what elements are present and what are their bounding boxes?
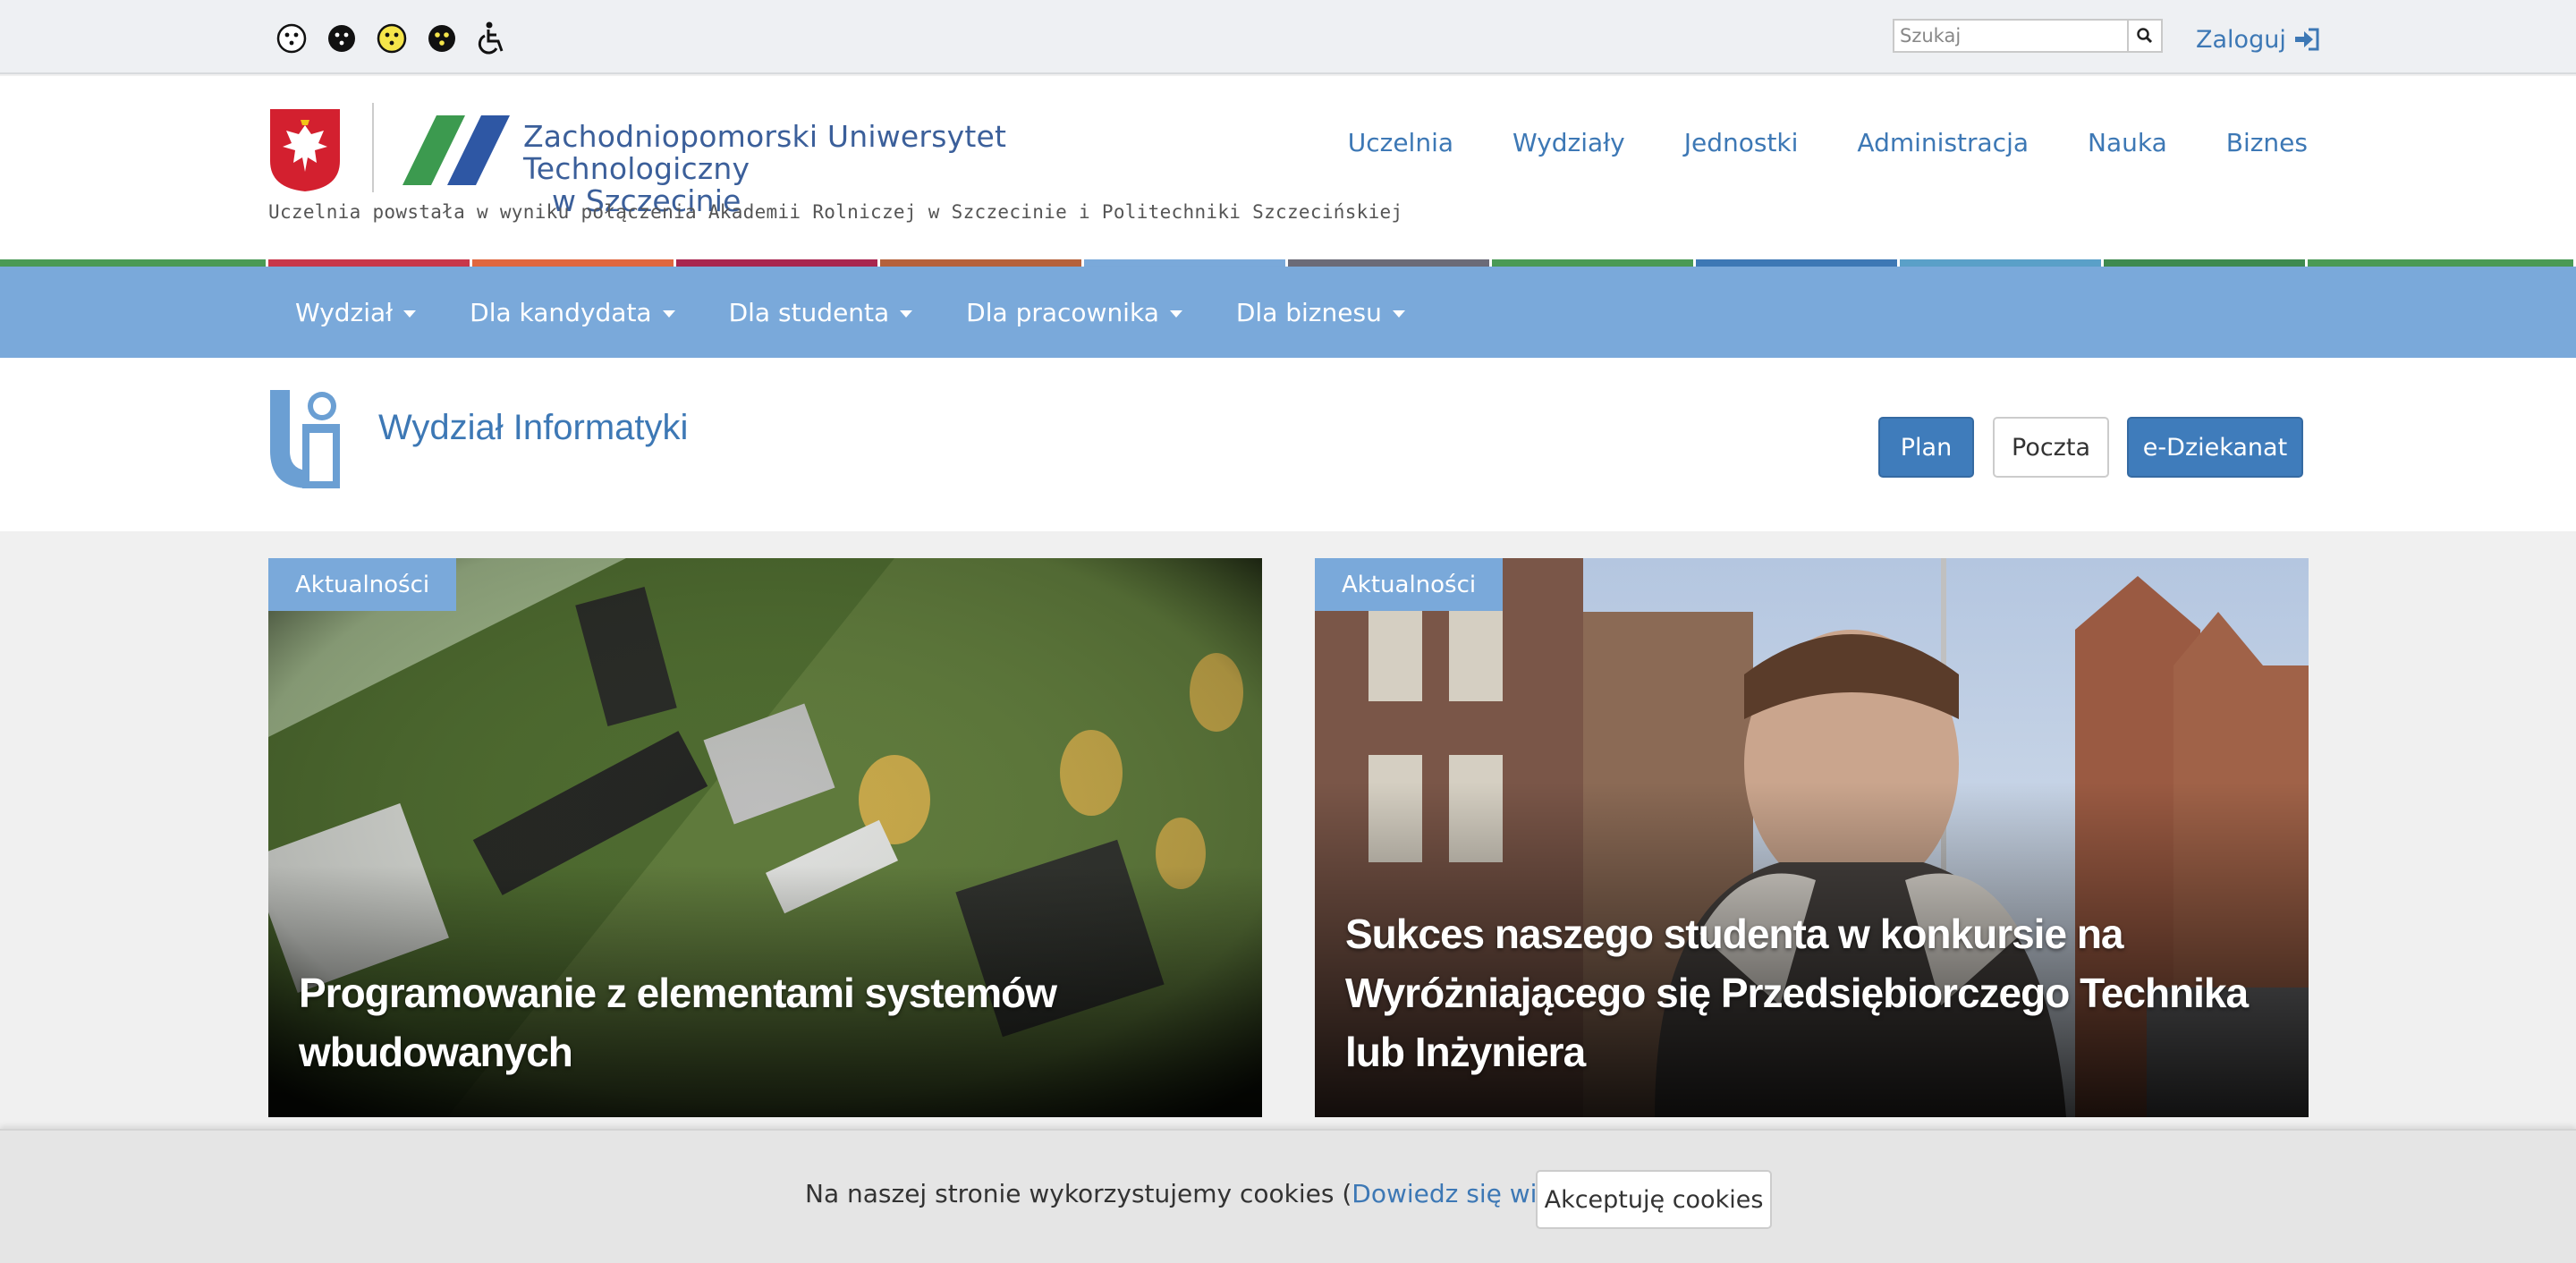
menu-dla-kandydata[interactable]: Dla kandydata xyxy=(443,267,701,358)
search-input[interactable] xyxy=(1893,19,2129,53)
logo-divider xyxy=(372,103,374,192)
chevron-down-icon xyxy=(900,310,913,318)
zut-logo-mark-icon xyxy=(402,115,510,185)
color-strip-segment xyxy=(676,259,880,267)
menu-dla-pracownika-label: Dla pracownika xyxy=(966,297,1159,327)
chevron-down-icon xyxy=(1169,310,1182,318)
news-category-badge[interactable]: Aktualności xyxy=(268,558,457,611)
faculty-color-strip xyxy=(0,259,2576,267)
chevron-down-icon xyxy=(403,310,417,318)
nav-jednostki[interactable]: Jednostki xyxy=(1684,128,1799,157)
color-strip-segment xyxy=(2308,259,2576,267)
utility-bar: Zaloguj xyxy=(0,0,2576,74)
color-strip-segment xyxy=(880,259,1084,267)
color-strip-segment xyxy=(1696,259,1900,267)
login-label: Zaloguj xyxy=(2196,25,2286,54)
nav-administracja[interactable]: Administracja xyxy=(1857,128,2029,157)
contrast-black-white-icon[interactable] xyxy=(326,22,358,55)
menu-dla-biznesu[interactable]: Dla biznesu xyxy=(1209,267,1432,358)
site-header: Zachodniopomorski Uniwersytet Technologi… xyxy=(0,76,2576,259)
news-title[interactable]: Sukces naszego studenta w konkursie na W… xyxy=(1345,904,2255,1081)
menu-dla-kandydata-label: Dla kandydata xyxy=(470,297,652,327)
nav-nauka[interactable]: Nauka xyxy=(2088,128,2167,157)
nav-biznes[interactable]: Biznes xyxy=(2226,128,2308,157)
poczta-button[interactable]: Poczta xyxy=(1993,417,2109,478)
cookie-message: Na naszej stronie wykorzystujemy cookies… xyxy=(805,1179,1598,1208)
menu-dla-pracownika[interactable]: Dla pracownika xyxy=(939,267,1209,358)
wheelchair-icon[interactable] xyxy=(476,21,508,55)
university-tagline: Uczelnia powstała w wyniku połączenia Ak… xyxy=(268,201,1403,223)
chevron-down-icon xyxy=(662,310,675,318)
search-form xyxy=(1893,19,2163,53)
nav-wydzialy[interactable]: Wydziały xyxy=(1513,128,1625,157)
sign-in-icon xyxy=(2294,28,2319,51)
polish-eagle-emblem-icon xyxy=(270,109,340,191)
contrast-default-icon[interactable] xyxy=(275,22,308,55)
news-card[interactable]: Aktualności Programowanie z elementami s… xyxy=(268,558,1262,1117)
color-strip-segment xyxy=(1900,259,2104,267)
menu-wydzial[interactable]: Wydział xyxy=(268,267,443,358)
university-logo[interactable]: Zachodniopomorski Uniwersytet Technologi… xyxy=(268,103,1136,217)
faculty-title[interactable]: Wydział Informatyki xyxy=(378,408,688,448)
faculty-informatics-logo-icon[interactable] xyxy=(270,388,342,488)
accessibility-toolbar xyxy=(275,21,508,55)
menu-wydzial-label: Wydział xyxy=(295,297,394,327)
login-link[interactable]: Zaloguj xyxy=(2196,23,2320,55)
chevron-down-icon xyxy=(1392,310,1405,318)
contrast-yellow-black-icon[interactable] xyxy=(376,22,408,55)
accept-cookies-button[interactable]: Akceptuję cookies xyxy=(1536,1170,1772,1229)
color-strip-segment xyxy=(0,259,268,267)
e-dziekanat-button[interactable]: e-Dziekanat xyxy=(2127,417,2303,478)
color-strip-segment xyxy=(2104,259,2308,267)
color-strip-segment xyxy=(1084,259,1288,267)
news-title[interactable]: Programowanie z elementami systemów wbud… xyxy=(299,963,1208,1081)
cookie-text-before: Na naszej stronie wykorzystujemy cookies… xyxy=(805,1179,1352,1208)
news-card[interactable]: Aktualności Sukces naszego studenta w ko… xyxy=(1315,558,2309,1117)
faculty-menubar: Wydział Dla kandydata Dla studenta Dla p… xyxy=(0,267,2576,358)
plan-button[interactable]: Plan xyxy=(1878,417,1974,478)
menu-dla-studenta[interactable]: Dla studenta xyxy=(702,267,940,358)
contrast-black-yellow-icon[interactable] xyxy=(426,22,458,55)
menu-dla-biznesu-label: Dla biznesu xyxy=(1235,297,1382,327)
color-strip-segment xyxy=(1288,259,1492,267)
search-icon xyxy=(2137,28,2153,44)
news-category-badge[interactable]: Aktualności xyxy=(1315,558,1504,611)
faculty-header: Wydział Informatyki Plan Poczta e-Dzieka… xyxy=(0,358,2576,531)
cookie-banner: Na naszej stronie wykorzystujemy cookies… xyxy=(0,1129,2576,1263)
search-button[interactable] xyxy=(2129,19,2163,53)
faculty-menu: Wydział Dla kandydata Dla studenta Dla p… xyxy=(268,267,1432,358)
color-strip-segment xyxy=(1492,259,1696,267)
main-navigation: Uczelnia Wydziały Jednostki Administracj… xyxy=(1348,128,2308,157)
menu-dla-studenta-label: Dla studenta xyxy=(728,297,890,327)
color-strip-segment xyxy=(472,259,676,267)
color-strip-segment xyxy=(268,259,472,267)
university-name-line1: Zachodniopomorski Uniwersytet Technologi… xyxy=(523,119,1007,186)
nav-uczelnia[interactable]: Uczelnia xyxy=(1348,128,1453,157)
